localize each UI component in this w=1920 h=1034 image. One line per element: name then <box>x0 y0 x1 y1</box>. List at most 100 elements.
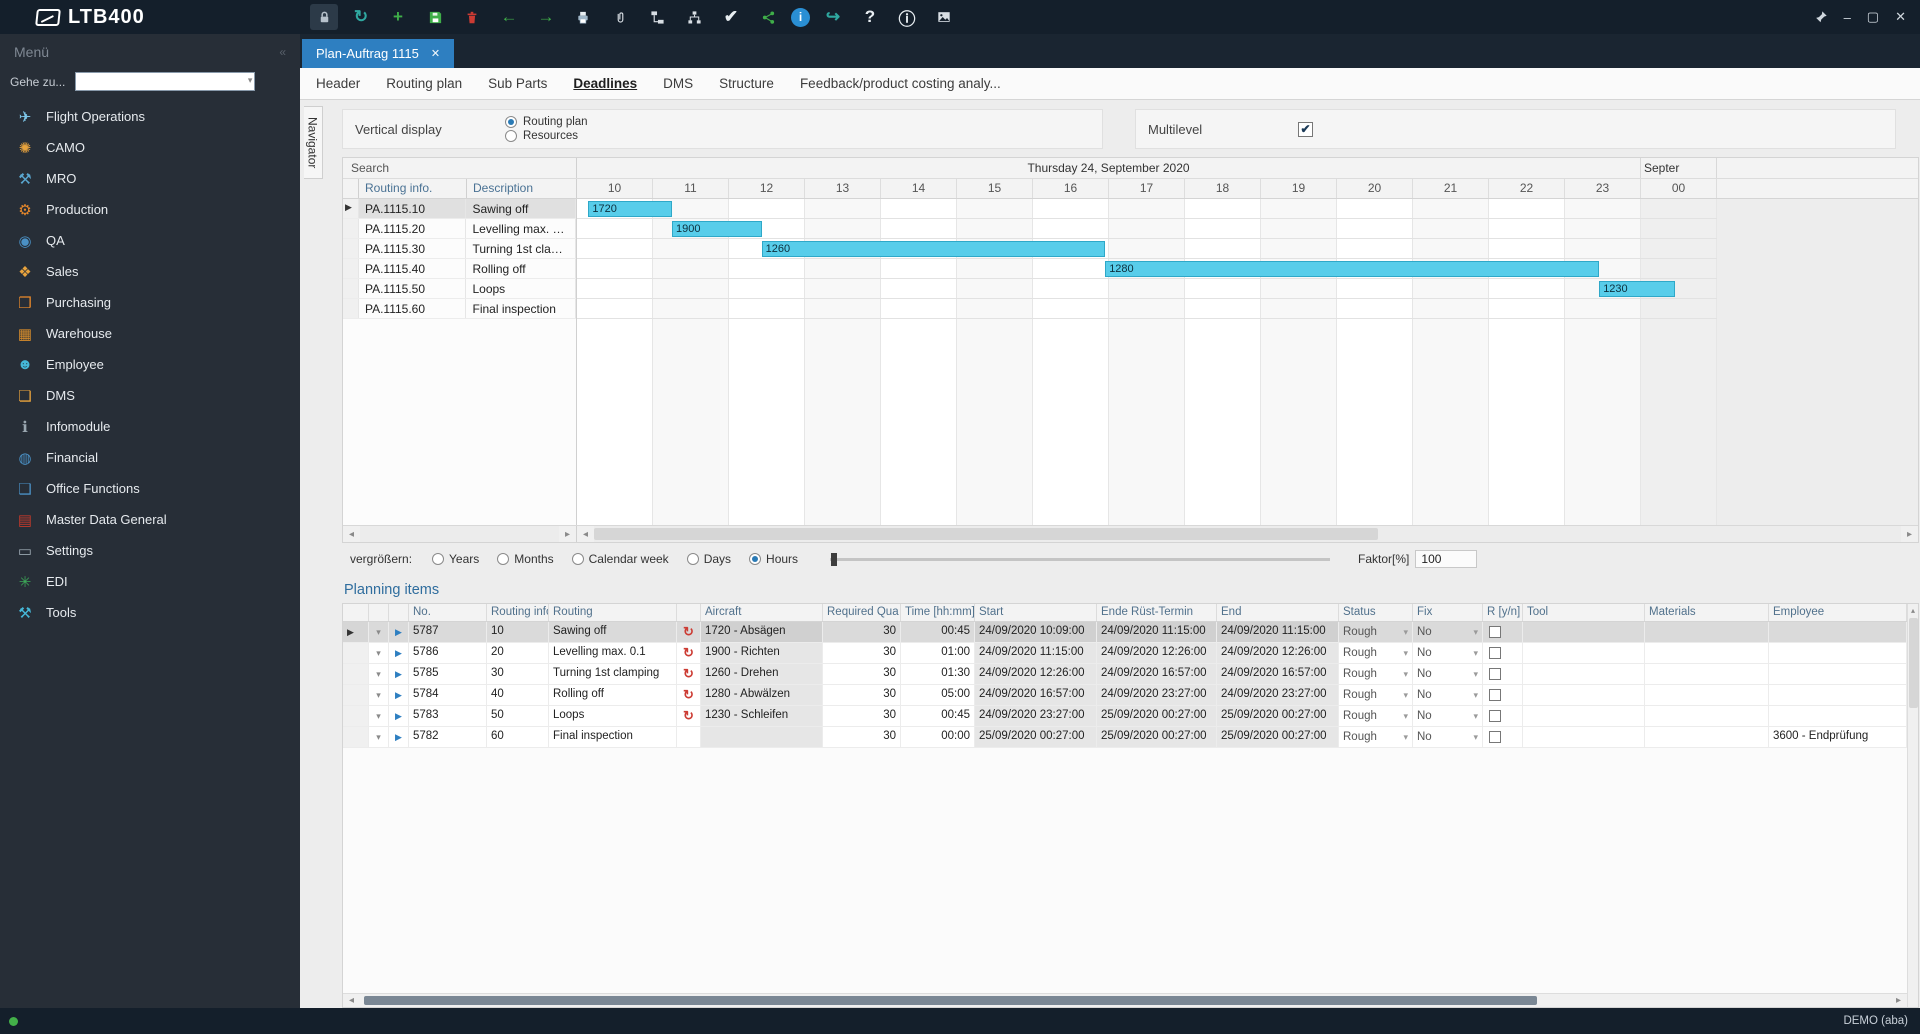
planning-cell-chev[interactable]: ▾ <box>369 622 389 642</box>
gantt-grid-row[interactable]: ▶ PA.1115.10 Sawing off <box>343 199 576 219</box>
gantt-bar[interactable]: 1280 <box>1105 261 1600 277</box>
planning-cell-chev[interactable]: ▾ <box>369 664 389 684</box>
planning-cell-play[interactable]: ▶ <box>389 685 409 705</box>
chevron-down-icon[interactable]: ▾ <box>1403 711 1408 722</box>
zoom-option-days[interactable]: Days <box>686 552 731 566</box>
planning-cell-status[interactable]: Rough ▾ <box>1339 664 1413 684</box>
scroll-thumb[interactable] <box>1908 618 1918 708</box>
planning-col-fix[interactable]: Fix <box>1413 604 1483 621</box>
planning-cell-chev[interactable]: ▾ <box>369 706 389 726</box>
planning-cell-chev[interactable]: ▾ <box>369 727 389 747</box>
chevron-down-icon[interactable]: ▾ <box>1473 669 1478 680</box>
planning-cell-chev[interactable]: ▾ <box>369 643 389 663</box>
planning-cell-r[interactable] <box>1483 622 1523 642</box>
planning-col-ende[interactable]: Ende Rüst-Termin <box>1097 604 1217 621</box>
row-checkbox[interactable] <box>1489 668 1501 680</box>
confirm-icon[interactable]: ✔ <box>717 4 745 30</box>
delete-icon[interactable] <box>458 4 486 30</box>
sidebar-item-camo[interactable]: ✺ CAMO <box>0 132 300 163</box>
planning-cell-r[interactable] <box>1483 664 1523 684</box>
planning-col-status[interactable]: Status <box>1339 604 1413 621</box>
planning-cell-fix[interactable]: No ▾ <box>1413 685 1483 705</box>
gantt-chart-hscrollbar[interactable] <box>577 526 1918 542</box>
zoom-option-months[interactable]: Months <box>497 552 554 566</box>
gantt-bar[interactable]: 1900 <box>672 221 762 237</box>
planning-cell-play[interactable]: ▶ <box>389 643 409 663</box>
planning-cell-play[interactable]: ▶ <box>389 727 409 747</box>
image-icon[interactable] <box>930 4 958 30</box>
planning-col-routing-info[interactable]: Routing info <box>487 604 549 621</box>
refresh-icon[interactable]: ↻ <box>347 4 375 30</box>
planning-cell-chev[interactable]: ▾ <box>369 685 389 705</box>
gantt-col-routing-info[interactable]: Routing info. <box>359 179 467 198</box>
gantt-grid-row[interactable]: PA.1115.50 Loops <box>343 279 576 299</box>
planning-row[interactable]: ▾ ▶ 5784 40 Rolling off ↻ 1280 - Abwälzen 30 05:… <box>343 685 1907 706</box>
faktor-input[interactable]: 100 <box>1415 550 1478 568</box>
planning-col-routing[interactable]: Routing <box>549 604 677 621</box>
chevron-down-icon[interactable]: ▾ <box>1473 648 1478 659</box>
sidebar-item-employee[interactable]: ☻ Employee <box>0 349 300 380</box>
planning-cell-status[interactable]: Rough ▾ <box>1339 685 1413 705</box>
tab-routing-plan[interactable]: Routing plan <box>386 76 462 91</box>
gantt-bar[interactable]: 1720 <box>588 201 672 217</box>
sidebar-item-financial[interactable]: ◍ Financial <box>0 442 300 473</box>
info-circle-icon[interactable]: i <box>791 7 810 27</box>
row-checkbox[interactable] <box>1489 689 1501 701</box>
planning-col-end[interactable]: End <box>1217 604 1339 621</box>
gantt-col-description[interactable]: Description <box>467 179 577 198</box>
sidebar-item-infomodule[interactable]: ℹ Infomodule <box>0 411 300 442</box>
radio-resources[interactable]: Resources <box>505 130 588 142</box>
gantt-bar[interactable]: 1260 <box>761 241 1106 257</box>
maximize-icon[interactable]: ▢ <box>1867 9 1879 25</box>
planning-row[interactable]: ▾ ▶ 5782 60 Final inspection 30 00:00 25/09/202… <box>343 727 1907 748</box>
gantt-search-label[interactable]: Search <box>343 158 577 178</box>
scroll-left-icon[interactable] <box>343 995 360 1006</box>
print-icon[interactable] <box>569 4 597 30</box>
planning-col-no[interactable]: No. <box>409 604 487 621</box>
multilevel-checkbox[interactable] <box>1298 121 1313 137</box>
tab-feedback-product-costing-analy[interactable]: Feedback/product costing analy... <box>800 76 1001 91</box>
sidebar-item-mro[interactable]: ⚒ MRO <box>0 163 300 194</box>
chevron-down-icon[interactable]: ▾ <box>1403 627 1408 638</box>
minimize-icon[interactable]: – <box>1844 10 1851 25</box>
planning-cell-status[interactable]: Rough ▾ <box>1339 706 1413 726</box>
planning-row[interactable]: ▾ ▶ 5785 30 Turning 1st clamping ↻ 1260 - Dreh… <box>343 664 1907 685</box>
zoom-option-calendar-week[interactable]: Calendar week <box>571 552 669 566</box>
planning-cell-r[interactable] <box>1483 643 1523 663</box>
scroll-left-icon[interactable] <box>577 529 594 540</box>
close-icon[interactable]: ✕ <box>1895 9 1906 25</box>
scroll-right-icon[interactable] <box>1890 995 1907 1006</box>
scroll-right-icon[interactable] <box>1901 529 1918 540</box>
sidebar-item-edi[interactable]: ✳ EDI <box>0 566 300 597</box>
planning-col-time[interactable]: Time [hh:mm] <box>901 604 975 621</box>
org-chart-icon[interactable] <box>643 4 671 30</box>
scroll-thumb[interactable] <box>594 528 1379 540</box>
planning-cell-r[interactable] <box>1483 727 1523 747</box>
gantt-grid-row[interactable]: PA.1115.20 Levelling max. 0.1 <box>343 219 576 239</box>
planning-cell-status[interactable]: Rough ▾ <box>1339 727 1413 747</box>
scroll-up-icon[interactable] <box>1911 604 1915 615</box>
gantt-grid-row[interactable]: PA.1115.60 Final inspection <box>343 299 576 319</box>
tab-dms[interactable]: DMS <box>663 76 693 91</box>
scroll-left-icon[interactable] <box>343 529 360 540</box>
chevron-down-icon[interactable]: ▾ <box>1403 690 1408 701</box>
planning-row[interactable]: ▾ ▶ 5783 50 Loops ↻ 1230 - Schleifen 30 00:45 24/… <box>343 706 1907 727</box>
zoom-option-hours[interactable]: Hours <box>749 552 798 566</box>
row-checkbox[interactable] <box>1489 626 1501 638</box>
gantt-grid-row[interactable]: PA.1115.30 Turning 1st clamping <box>343 239 576 259</box>
zoom-option-years[interactable]: Years <box>432 552 479 566</box>
planning-row[interactable]: ▶ ▾ ▶ 5787 10 Sawing off ↻ 1720 - Absägen 30 00:4… <box>343 622 1907 643</box>
chevron-down-icon[interactable]: ▾ <box>1473 627 1478 638</box>
sidebar-item-settings[interactable]: ▭ Settings <box>0 535 300 566</box>
planning-cell-fix[interactable]: No ▾ <box>1413 706 1483 726</box>
planning-cell-fix[interactable]: No ▾ <box>1413 664 1483 684</box>
row-checkbox[interactable] <box>1489 647 1501 659</box>
doc-tab-plan-auftrag[interactable]: Plan-Auftrag 1115 ✕ <box>302 39 455 68</box>
planning-cell-r[interactable] <box>1483 706 1523 726</box>
tab-structure[interactable]: Structure <box>719 76 774 91</box>
add-icon[interactable]: + <box>384 4 412 30</box>
sidebar-item-office-functions[interactable]: ❑ Office Functions <box>0 473 300 504</box>
tab-deadlines[interactable]: Deadlines <box>573 76 637 91</box>
planning-col-sync[interactable] <box>677 604 701 621</box>
planning-col-r[interactable]: R [y/n] <box>1483 604 1523 621</box>
